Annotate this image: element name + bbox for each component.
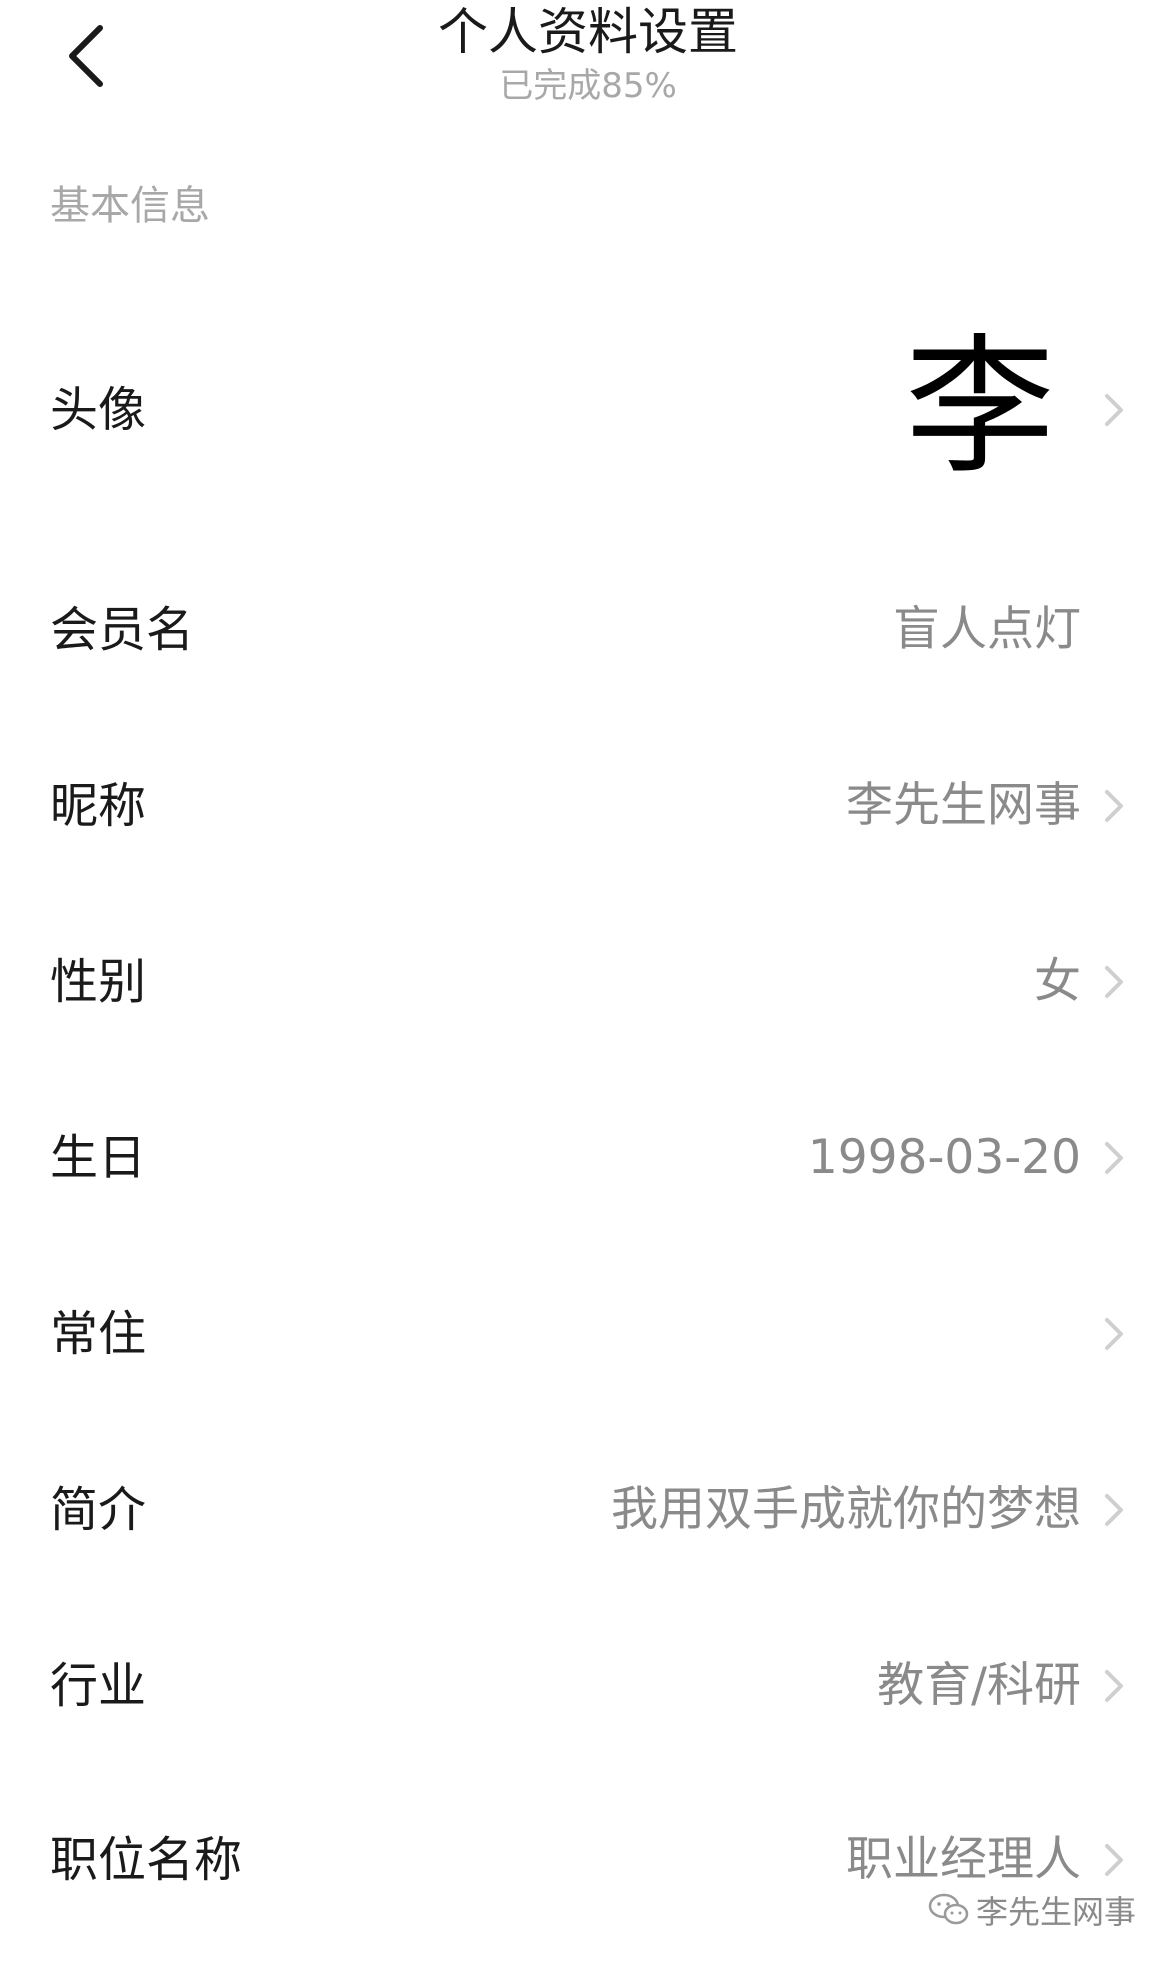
row-residence[interactable]: 常住	[0, 1304, 1176, 1364]
row-value: 女	[1034, 954, 1081, 1009]
row-label: 性别	[50, 954, 147, 1010]
chevron-right-icon	[1102, 1666, 1126, 1706]
row-value: 教育/科研	[877, 1658, 1081, 1713]
row-label: 头像	[50, 382, 147, 438]
row-value: 盲人点灯	[893, 602, 1081, 657]
watermark: 李先生网事	[928, 1888, 1136, 1932]
chevron-right-icon	[1102, 1138, 1126, 1178]
row-label: 简介	[50, 1482, 147, 1538]
avatar: 李	[905, 321, 1056, 495]
row-nickname[interactable]: 昵称 李先生网事	[0, 776, 1176, 836]
row-industry[interactable]: 行业 教育/科研	[0, 1656, 1176, 1716]
row-member-name[interactable]: 会员名 盲人点灯	[0, 600, 1176, 660]
chevron-right-icon	[1102, 1314, 1126, 1354]
row-avatar[interactable]: 头像 李	[0, 321, 1176, 495]
row-value: 我用双手成就你的梦想	[611, 1482, 1081, 1537]
row-job-title[interactable]: 职位名称 职业经理人	[0, 1830, 1176, 1890]
section-title-basic-info: 基本信息	[50, 183, 210, 229]
row-label: 会员名	[50, 602, 195, 658]
wechat-icon	[928, 1892, 970, 1928]
row-bio[interactable]: 简介 我用双手成就你的梦想	[0, 1480, 1176, 1540]
row-label: 昵称	[50, 778, 147, 834]
row-value: 李先生网事	[846, 778, 1081, 833]
completion-status: 已完成85%	[499, 66, 677, 106]
chevron-right-icon	[1102, 1840, 1126, 1880]
watermark-text: 李先生网事	[975, 1893, 1136, 1931]
row-value: 职业经理人	[846, 1832, 1081, 1887]
row-gender[interactable]: 性别 女	[0, 952, 1176, 1012]
row-value: 1998-03-20	[807, 1130, 1081, 1185]
row-label: 行业	[50, 1658, 147, 1714]
chevron-right-icon	[1102, 1490, 1126, 1530]
chevron-right-icon	[1102, 962, 1126, 1002]
chevron-right-icon	[1102, 390, 1126, 430]
chevron-right-icon	[1102, 786, 1126, 826]
row-label: 生日	[50, 1130, 147, 1186]
row-label: 常住	[50, 1306, 147, 1362]
top-bar: 个人资料设置 已完成85%	[0, 0, 1176, 120]
row-label: 职位名称	[50, 1832, 243, 1888]
row-birthday[interactable]: 生日 1998-03-20	[0, 1128, 1176, 1188]
page-title: 个人资料设置	[438, 3, 738, 61]
